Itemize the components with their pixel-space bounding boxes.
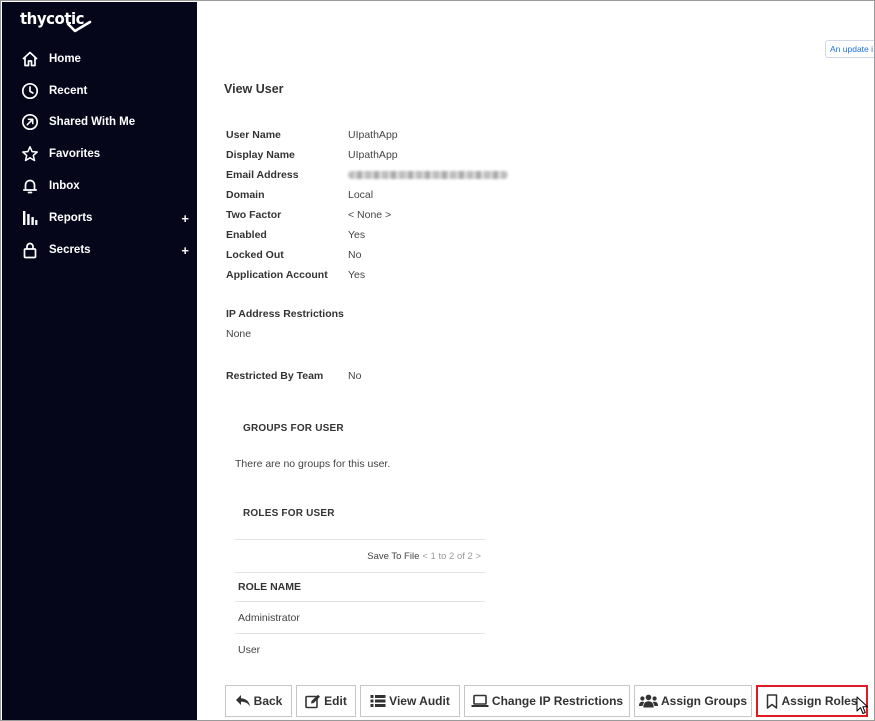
field-label: Locked Out — [226, 249, 284, 261]
field-value: Yes — [348, 269, 366, 281]
roles-table-toolbar: Save To File < 1 to 2 of 2 > — [235, 540, 485, 572]
save-to-file-link[interactable]: Save To File — [367, 551, 419, 562]
sidebar-item-favorites[interactable]: Favorites — [2, 138, 197, 170]
mouse-pointer-icon — [856, 696, 868, 714]
back-button-label: Back — [253, 694, 283, 708]
page-title: View User — [224, 82, 284, 96]
shared-icon — [20, 112, 40, 132]
field-label: Email Address — [226, 169, 299, 181]
expand-icon[interactable]: + — [181, 243, 189, 258]
groups-empty-text: There are no groups for this user. — [235, 458, 391, 470]
sidebar-nav: Home Recent Shared With Me Favorites Inb… — [2, 43, 197, 266]
field-email-address: Email Address — [226, 165, 508, 185]
back-button[interactable]: Back — [225, 685, 292, 717]
field-user-name: User Name UIpathApp — [226, 125, 508, 145]
field-value: UIpathApp — [348, 149, 398, 161]
field-two-factor: Two Factor < None > — [226, 205, 508, 225]
view-audit-button-label: View Audit — [389, 694, 450, 708]
sidebar-item-reports[interactable]: Reports + — [2, 202, 197, 234]
sidebar-item-label: Home — [49, 52, 81, 65]
assign-groups-button[interactable]: Assign Groups — [634, 685, 752, 717]
table-row: User — [235, 633, 485, 665]
sidebar-item-label: Reports — [49, 211, 93, 224]
assign-roles-button-label: Assign Roles — [781, 694, 858, 708]
sidebar-item-inbox[interactable]: Inbox — [2, 170, 197, 202]
ip-restrictions-value: None — [226, 328, 252, 340]
sidebar: thycotic Home Recent Shared With Me Favo… — [2, 2, 197, 720]
sidebar-item-label: Shared With Me — [49, 116, 136, 129]
field-value: Local — [348, 189, 374, 201]
change-ip-restrictions-button[interactable]: Change IP Restrictions — [464, 685, 630, 717]
users-icon — [638, 694, 658, 708]
edit-icon — [305, 694, 321, 708]
brand-logo[interactable]: thycotic — [20, 10, 100, 36]
roles-heading: ROLES FOR USER — [243, 508, 335, 519]
logo-checkmark-icon — [66, 20, 92, 33]
groups-heading: GROUPS FOR USER — [243, 423, 344, 434]
redacted-email — [348, 171, 508, 180]
bell-icon — [20, 176, 40, 196]
field-label: User Name — [226, 129, 281, 141]
sidebar-item-secrets[interactable]: Secrets + — [2, 234, 197, 266]
sidebar-item-label: Favorites — [49, 148, 101, 161]
field-label: Two Factor — [226, 209, 282, 221]
restricted-by-team-value: No — [348, 370, 362, 382]
clock-icon — [20, 81, 40, 101]
column-header-role-name[interactable]: ROLE NAME — [235, 572, 485, 601]
bookmark-icon — [767, 693, 778, 709]
field-value-redacted — [348, 169, 508, 181]
field-label: Enabled — [226, 229, 267, 241]
app-window: thycotic Home Recent Shared With Me Favo… — [0, 0, 875, 721]
home-icon — [20, 49, 40, 69]
laptop-icon — [471, 694, 489, 707]
bar-chart-icon — [20, 208, 40, 228]
roles-table: Save To File < 1 to 2 of 2 > ROLE NAME A… — [235, 539, 485, 665]
sidebar-item-label: Recent — [49, 84, 88, 97]
sidebar-item-recent[interactable]: Recent — [2, 75, 197, 107]
field-enabled: Enabled Yes — [226, 225, 508, 245]
field-value: No — [348, 249, 362, 261]
change-ip-button-label: Change IP Restrictions — [491, 694, 624, 708]
main-content: An update i View User User Name UIpathAp… — [197, 2, 874, 720]
pager[interactable]: < 1 to 2 of 2 > — [422, 551, 481, 562]
field-value: Yes — [348, 229, 366, 241]
field-domain: Domain Local — [226, 185, 508, 205]
field-label: Display Name — [226, 149, 295, 161]
field-display-name: Display Name UIpathApp — [226, 145, 508, 165]
lock-icon — [20, 240, 40, 260]
field-label: Domain — [226, 189, 265, 201]
field-locked-out: Locked Out No — [226, 245, 508, 265]
list-icon — [370, 695, 386, 707]
view-audit-button[interactable]: View Audit — [360, 685, 460, 717]
field-value: UIpathApp — [348, 129, 398, 141]
ip-restrictions-label: IP Address Restrictions — [226, 308, 344, 320]
user-details: User Name UIpathApp Display Name UIpathA… — [226, 125, 508, 285]
assign-roles-button[interactable]: Assign Roles — [756, 685, 868, 717]
sidebar-item-label: Secrets — [49, 243, 91, 256]
expand-icon[interactable]: + — [181, 211, 189, 226]
field-value: < None > — [348, 209, 392, 221]
restricted-by-team-label: Restricted By Team — [226, 370, 324, 382]
field-application-account: Application Account Yes — [226, 265, 508, 285]
sidebar-item-home[interactable]: Home — [2, 43, 197, 75]
edit-button[interactable]: Edit — [296, 685, 356, 717]
edit-button-label: Edit — [324, 694, 347, 708]
star-icon — [20, 144, 40, 164]
assign-groups-button-label: Assign Groups — [660, 694, 747, 708]
sidebar-item-shared-with-me[interactable]: Shared With Me — [2, 107, 197, 139]
back-arrow-icon — [235, 695, 250, 707]
update-notice[interactable]: An update i — [825, 40, 874, 58]
sidebar-item-label: Inbox — [49, 180, 80, 193]
table-row: Administrator — [235, 601, 485, 633]
field-label: Application Account — [226, 269, 328, 281]
